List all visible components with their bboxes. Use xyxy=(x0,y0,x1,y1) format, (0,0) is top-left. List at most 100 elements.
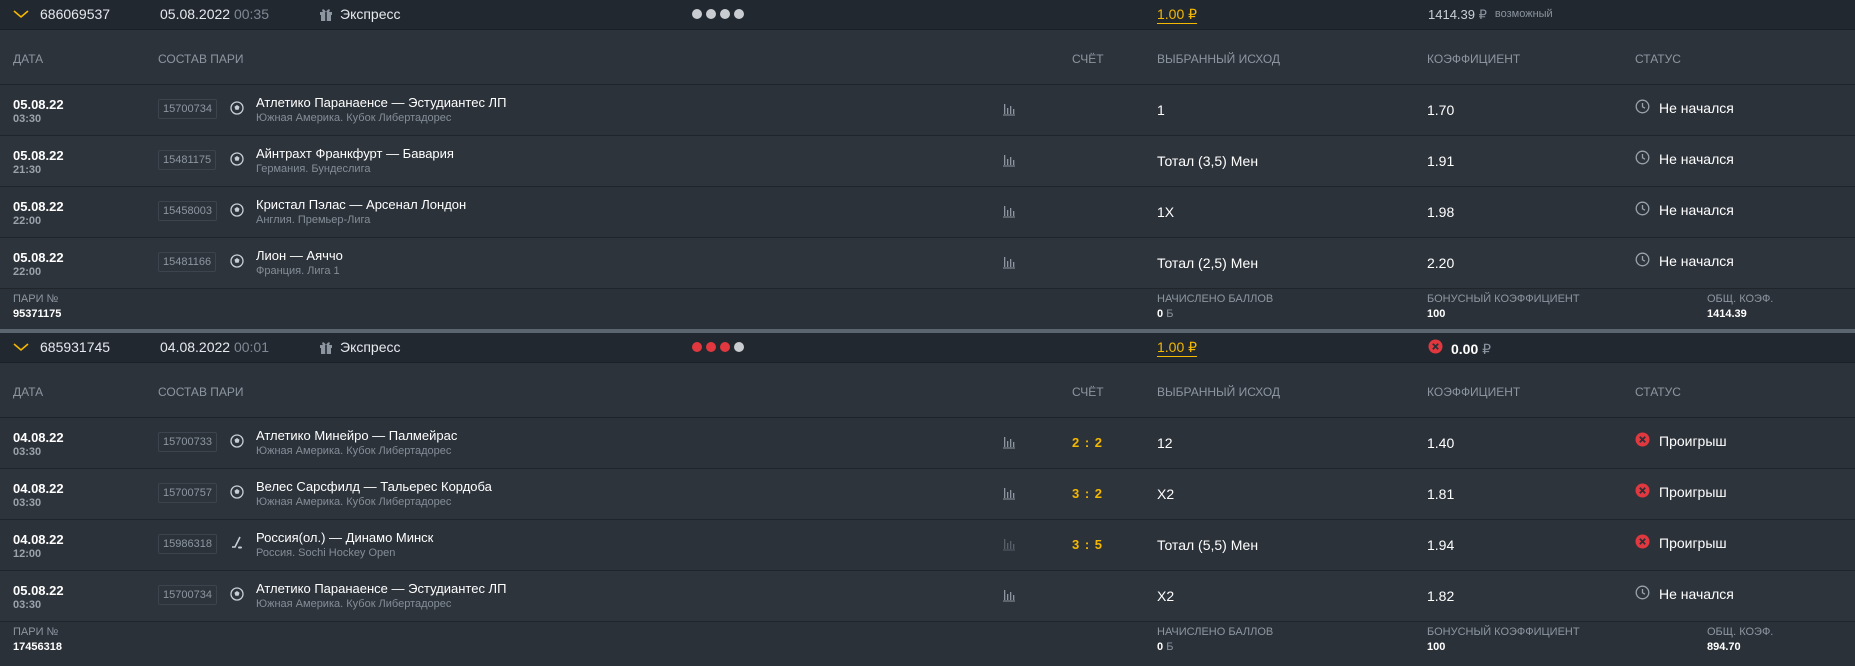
event-code: 15700733 xyxy=(158,432,217,452)
stake-amount[interactable]: 1.00 ₽ xyxy=(1157,5,1198,24)
event-status: Проигрыш xyxy=(1635,432,1727,450)
table-row[interactable]: 04.08.22 12:00 15986318 Россия(ол.) — Динам… xyxy=(0,520,1855,571)
event-league: Англия. Премьер-Лига xyxy=(256,214,371,226)
column-score: СЧЁТ xyxy=(1072,52,1104,66)
column-match: СОСТАВ ПАРИ xyxy=(158,385,244,399)
chevron-down-icon[interactable] xyxy=(12,339,30,355)
statistics-icon[interactable] xyxy=(1002,537,1016,551)
event-match[interactable]: Атлетико Паранаенсе — Эстудиантес ЛП xyxy=(256,95,506,110)
event-match[interactable]: Россия(ол.) — Динамо Минск xyxy=(256,530,433,545)
event-league: Россия. Sochi Hockey Open xyxy=(256,547,396,559)
progress-dot xyxy=(692,9,702,19)
event-status: Не начался xyxy=(1635,150,1734,168)
progress-dots xyxy=(692,342,744,352)
stake-amount[interactable]: 1.00 ₽ xyxy=(1157,338,1198,357)
points-amount: 0 xyxy=(1157,641,1164,653)
event-odds: 1.40 xyxy=(1427,435,1455,451)
table-row[interactable]: 04.08.22 03:30 15700757 Велес Сарсфилд — Та… xyxy=(0,469,1855,520)
event-status: Не начался xyxy=(1635,201,1734,219)
event-date: 04.08.22 xyxy=(13,430,64,445)
bet-id: 686069537 xyxy=(40,6,111,22)
football-icon xyxy=(230,434,244,448)
clock-icon xyxy=(1635,201,1650,219)
event-match[interactable]: Айнтрахт Франкфурт — Бавария xyxy=(256,146,454,161)
event-pick: Тотал (5,5) Мен xyxy=(1157,537,1259,553)
hockey-icon xyxy=(230,536,244,550)
statistics-icon[interactable] xyxy=(1002,435,1016,449)
statistics-icon[interactable] xyxy=(1002,153,1016,167)
statistics-icon[interactable] xyxy=(1002,204,1016,218)
total-odds-value: 1414.39 xyxy=(1707,308,1747,320)
event-time: 12:00 xyxy=(13,548,42,560)
event-score: 2 : 2 xyxy=(1072,435,1104,450)
table-row[interactable]: 05.08.22 03:30 15700734 Атлетико Паранаенсе… xyxy=(0,571,1855,622)
chevron-down-icon[interactable] xyxy=(12,6,30,22)
statistics-icon[interactable] xyxy=(1002,102,1016,116)
event-status: Проигрыш xyxy=(1635,483,1727,501)
loss-icon xyxy=(1635,534,1650,552)
statistics-icon[interactable] xyxy=(1002,588,1016,602)
event-status-label: Не начался xyxy=(1659,202,1734,218)
table-row[interactable]: 05.08.22 03:30 15700734 Атлетико Паранаенсе… xyxy=(0,85,1855,136)
event-pick: 1 xyxy=(1157,102,1165,118)
event-date: 05.08.22 xyxy=(13,148,64,163)
bet-footer: ПАРИ № 95371175 НАЧИСЛЕНО БАЛЛОВ 0 Б БОНУСНЫ… xyxy=(0,289,1855,329)
bet-header[interactable]: 685931745 04.08.2022 00:01 Экспресс 1.00 ₽ 0… xyxy=(0,333,1855,363)
statistics-icon[interactable] xyxy=(1002,255,1016,269)
progress-dot xyxy=(720,9,730,19)
bet-date: 05.08.2022 00:35 xyxy=(160,0,269,29)
win-currency: ₽ xyxy=(1478,7,1487,22)
event-time: 03:30 xyxy=(13,113,42,125)
table-row[interactable]: 05.08.22 22:00 15458003 Кристал Пэлас — Арс… xyxy=(0,187,1855,238)
table-row[interactable]: 04.08.22 03:30 15700733 Атлетико Минейро — … xyxy=(0,418,1855,469)
table-row[interactable]: 05.08.22 22:00 15481166 Лион — Аяччо Франция… xyxy=(0,238,1855,289)
event-odds: 1.82 xyxy=(1427,588,1455,604)
total-odds-label: ОБЩ. КОЭФ. xyxy=(1707,626,1774,638)
bet-no-label: ПАРИ № xyxy=(13,626,59,638)
bonus-value: 100 xyxy=(1427,641,1446,653)
event-league: Южная Америка. Кубок Либертадорес xyxy=(256,598,452,610)
event-league: Южная Америка. Кубок Либертадорес xyxy=(256,445,452,457)
event-odds: 1.94 xyxy=(1427,537,1455,553)
progress-dot xyxy=(692,342,702,352)
lost-amount: 0.00 ₽ xyxy=(1451,341,1491,358)
event-status-label: Не начался xyxy=(1659,100,1734,116)
event-match[interactable]: Атлетико Паранаенсе — Эстудиантес ЛП xyxy=(256,581,506,596)
event-status-label: Не начался xyxy=(1659,253,1734,269)
points-amount: 0 xyxy=(1157,308,1164,320)
column-header: ДАТА СОСТАВ ПАРИ СЧЁТ ВЫБРАННЫЙ ИСХОД КОЭФФИ… xyxy=(0,30,1855,85)
statistics-icon[interactable] xyxy=(1002,486,1016,500)
column-match: СОСТАВ ПАРИ xyxy=(158,52,244,66)
event-match[interactable]: Лион — Аяччо xyxy=(256,248,343,263)
loss-icon xyxy=(1428,339,1443,359)
points-label: НАЧИСЛЕНО БАЛЛОВ xyxy=(1157,293,1274,305)
clock-icon xyxy=(1635,99,1650,117)
event-time: 22:00 xyxy=(13,266,42,278)
event-odds: 1.98 xyxy=(1427,204,1455,220)
event-match[interactable]: Атлетико Минейро — Палмейрас xyxy=(256,428,457,443)
event-match[interactable]: Кристал Пэлас — Арсенал Лондон xyxy=(256,197,466,212)
table-row[interactable]: 05.08.22 21:30 15481175 Айнтрахт Франкфурт … xyxy=(0,136,1855,187)
event-code: 15481175 xyxy=(158,150,217,170)
win-amount: 1414.39 xyxy=(1428,7,1475,22)
points-currency: Б xyxy=(1166,308,1174,320)
event-time: 03:30 xyxy=(13,599,42,611)
bet-header[interactable]: 686069537 05.08.2022 00:35 Экспресс 1.00 ₽ 1… xyxy=(0,0,1855,30)
event-pick: Х2 xyxy=(1157,486,1175,502)
event-pick: Тотал (3,5) Мен xyxy=(1157,153,1259,169)
event-match[interactable]: Велес Сарсфилд — Тальерес Кордоба xyxy=(256,479,492,494)
bet-time: 00:35 xyxy=(233,6,270,22)
event-league: Южная Америка. Кубок Либертадорес xyxy=(256,496,452,508)
event-time: 22:00 xyxy=(13,215,42,227)
event-status: Не начался xyxy=(1635,252,1734,270)
event-code: 15481166 xyxy=(158,252,217,272)
event-league: Южная Америка. Кубок Либертадорес xyxy=(256,112,452,124)
column-score: СЧЁТ xyxy=(1072,385,1104,399)
event-code: 15458003 xyxy=(158,201,217,221)
event-code: 15700734 xyxy=(158,99,217,119)
event-pick: 1X xyxy=(1157,204,1175,220)
bonus-label: БОНУСНЫЙ КОЭФФИЦИЕНТ xyxy=(1427,293,1580,305)
event-odds: 1.81 xyxy=(1427,486,1455,502)
event-code: 15700757 xyxy=(158,483,217,503)
total-odds-label: ОБЩ. КОЭФ. xyxy=(1707,293,1774,305)
